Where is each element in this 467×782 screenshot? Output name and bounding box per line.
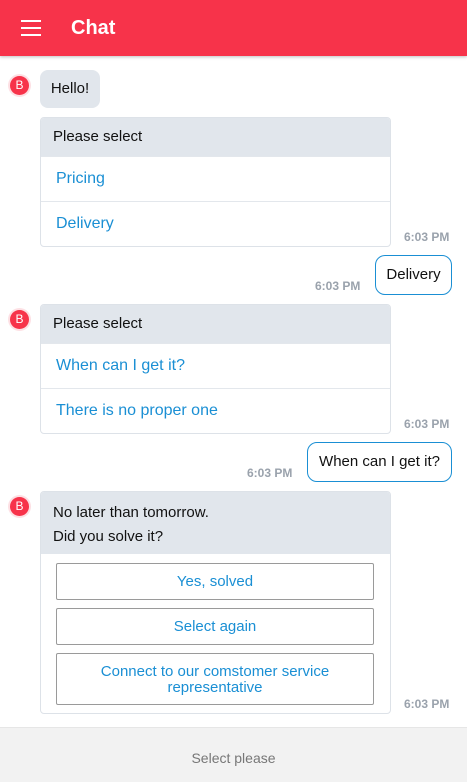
timestamp: 6:03 PM — [404, 417, 450, 431]
timestamp: 6:03 PM — [404, 697, 450, 711]
option-card: Please select When can I get it? There i… — [40, 304, 391, 434]
user-message-bubble: Delivery — [375, 255, 452, 295]
select-again-button[interactable]: Select again — [56, 608, 374, 645]
reply-line: Did you solve it? — [53, 528, 164, 545]
card-title: Please select — [41, 305, 390, 343]
option-no-proper-one[interactable]: There is no proper one — [41, 388, 390, 433]
app-bar: Chat — [0, 0, 467, 56]
reply-card: No later than tomorrow. Did you solve it… — [40, 491, 391, 714]
option-when-can-i-get-it[interactable]: When can I get it? — [41, 343, 390, 388]
bot-avatar: B — [10, 310, 29, 329]
hamburger-menu-icon[interactable] — [21, 20, 41, 36]
input-footer[interactable]: Select please — [0, 727, 467, 782]
bot-avatar: B — [10, 76, 29, 95]
timestamp: 6:03 PM — [247, 466, 293, 480]
bot-message-bubble: Hello! — [40, 70, 100, 108]
card-title: Please select — [41, 118, 390, 156]
timestamp: 6:03 PM — [315, 279, 361, 293]
reply-line: No later than tomorrow. — [53, 504, 209, 521]
timestamp: 6:03 PM — [404, 230, 450, 244]
card-reply-text: No later than tomorrow. Did you solve it… — [41, 492, 390, 554]
footer-placeholder: Select please — [191, 750, 276, 766]
page-title: Chat — [71, 17, 116, 39]
bot-avatar: B — [10, 497, 29, 516]
connect-service-button[interactable]: Connect to our comstomer service represe… — [56, 653, 374, 705]
option-card: Please select Pricing Delivery — [40, 117, 391, 247]
yes-solved-button[interactable]: Yes, solved — [56, 563, 374, 600]
option-delivery[interactable]: Delivery — [41, 201, 390, 246]
option-pricing[interactable]: Pricing — [41, 156, 390, 201]
user-message-bubble: When can I get it? — [307, 442, 452, 482]
